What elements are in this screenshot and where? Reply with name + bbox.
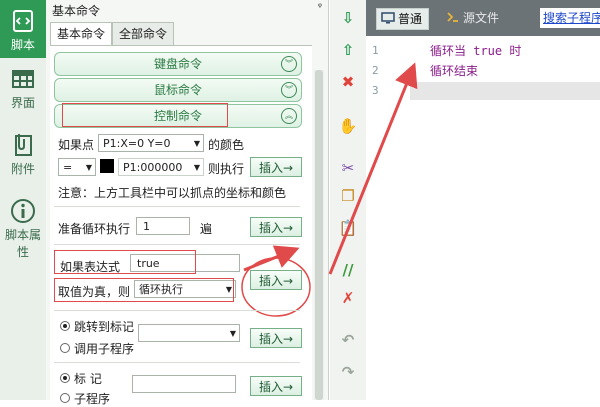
annotation-arrow-to-code bbox=[328, 62, 418, 275]
annotation-arrows bbox=[243, 62, 418, 275]
annotation-arrow-to-insert bbox=[243, 245, 300, 272]
